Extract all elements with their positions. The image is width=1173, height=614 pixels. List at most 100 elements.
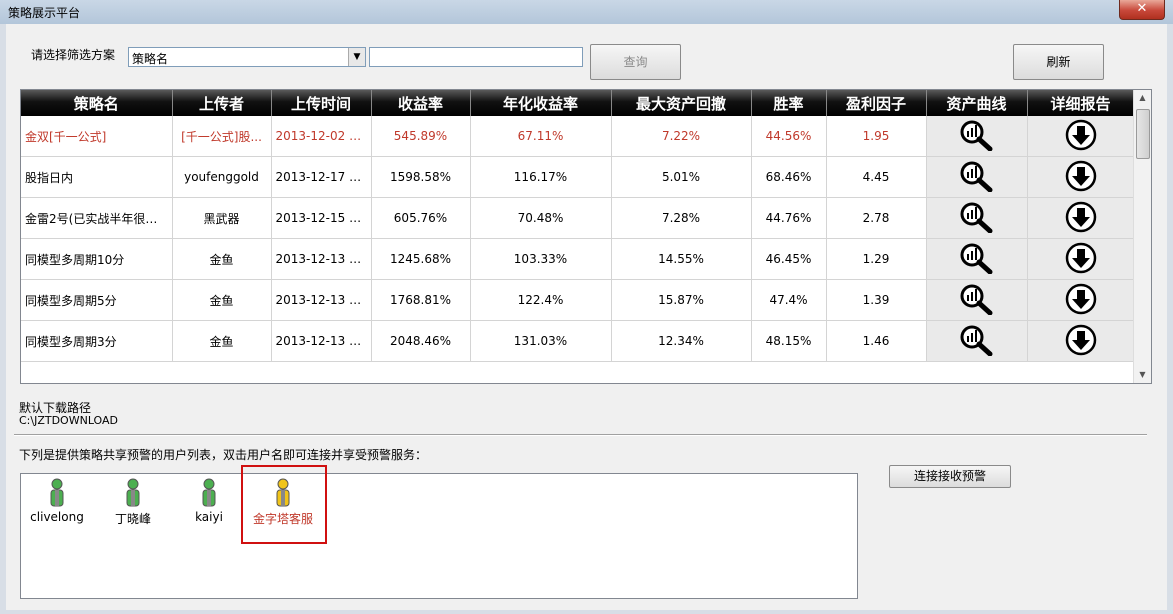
table-cell: 103.33% xyxy=(470,238,612,280)
download-report-icon[interactable] xyxy=(1027,156,1135,198)
table-cell: [千一公式]股... xyxy=(172,116,272,157)
table-cell: 2013-12-02 21:05 xyxy=(271,116,372,157)
table-row[interactable]: 同模型多周期10分金鱼2013-12-13 19:311245.68%103.3… xyxy=(21,238,1135,280)
table-header-row: 策略名 上传者 上传时间 收益率 年化收益率 最大资产回撤 胜率 盈利因子 资产曲线 详细报告 xyxy=(21,90,1135,116)
table-cell: 131.03% xyxy=(470,320,612,362)
table-cell: 12.34% xyxy=(611,320,752,362)
table-row[interactable]: 同模型多周期3分金鱼2013-12-13 19:252048.46%131.03… xyxy=(21,320,1135,362)
asset-curve-icon[interactable] xyxy=(926,238,1028,280)
query-button[interactable]: 查询 xyxy=(590,44,681,80)
table-cell: 1598.58% xyxy=(371,156,471,198)
table-cell: 股指日内 xyxy=(21,156,173,198)
column-header[interactable]: 收益率 xyxy=(371,90,471,116)
close-button[interactable]: ✕ xyxy=(1119,0,1165,20)
user-icon xyxy=(202,478,216,507)
user-icon xyxy=(50,478,64,507)
search-input[interactable] xyxy=(369,47,583,67)
table-cell: 金鱼 xyxy=(172,238,272,280)
user-item[interactable]: 丁晓峰 xyxy=(97,478,169,527)
filter-select-value: 策略名 xyxy=(132,52,169,66)
table-row[interactable]: 金雷2号(已实战半年很稳...黑武器2013-12-15 20:57605.76… xyxy=(21,197,1135,239)
column-header[interactable]: 策略名 xyxy=(21,90,173,116)
table-row[interactable]: 金双[千一公式][千一公式]股...2013-12-02 21:05545.89… xyxy=(21,116,1135,157)
table-cell: 2013-12-15 20:57 xyxy=(271,197,372,239)
connect-alert-button[interactable]: 连接接收预警 xyxy=(889,465,1011,488)
asset-curve-icon[interactable] xyxy=(926,279,1028,321)
column-header[interactable]: 资产曲线 xyxy=(926,90,1028,116)
user-item[interactable]: clivelong xyxy=(21,478,93,524)
asset-curve-icon[interactable] xyxy=(926,156,1028,198)
table-cell: 金雷2号(已实战半年很稳... xyxy=(21,197,173,239)
table-cell: 605.76% xyxy=(371,197,471,239)
table-cell: 2013-12-13 19:28 xyxy=(271,279,372,321)
divider xyxy=(14,434,1147,436)
title-bar[interactable]: 策略展示平台 ✕ xyxy=(0,0,1173,24)
table-cell: 44.56% xyxy=(751,116,827,157)
table-cell: 同模型多周期3分 xyxy=(21,320,173,362)
asset-curve-icon[interactable] xyxy=(926,197,1028,239)
column-header[interactable]: 最大资产回撤 xyxy=(611,90,752,116)
strategy-table: 策略名 上传者 上传时间 收益率 年化收益率 最大资产回撤 胜率 盈利因子 资产曲线 详细报告 金… xyxy=(20,89,1152,384)
table-cell: 545.89% xyxy=(371,116,471,157)
table-cell: 1.95 xyxy=(826,116,927,157)
table-row[interactable]: 股指日内youfenggold2013-12-17 21:201598.58%1… xyxy=(21,156,1135,198)
filter-scheme-select[interactable]: 策略名 ▼ xyxy=(128,47,366,67)
download-report-icon[interactable] xyxy=(1027,238,1135,280)
download-path-value: C:\JZTDOWNLOAD xyxy=(19,414,119,427)
column-header[interactable]: 盈利因子 xyxy=(826,90,927,116)
column-header[interactable]: 上传时间 xyxy=(271,90,372,116)
table-cell: 48.15% xyxy=(751,320,827,362)
column-header[interactable]: 年化收益率 xyxy=(470,90,612,116)
table-cell: 2.78 xyxy=(826,197,927,239)
table-cell: 14.55% xyxy=(611,238,752,280)
user-item[interactable]: kaiyi xyxy=(173,478,245,524)
asset-curve-icon[interactable] xyxy=(926,116,1028,157)
table-row[interactable]: 同模型多周期5分金鱼2013-12-13 19:281768.81%122.4%… xyxy=(21,279,1135,321)
main-window: 策略展示平台 ✕ 请选择筛选方案 策略名 ▼ 查询 刷新 策略名 上传者 上传时间收… xyxy=(0,0,1173,614)
column-header[interactable]: 胜率 xyxy=(751,90,827,116)
table-cell: 金鱼 xyxy=(172,320,272,362)
scroll-thumb[interactable] xyxy=(1136,109,1150,159)
scroll-up-icon[interactable]: ▲ xyxy=(1134,90,1151,106)
column-header[interactable]: 上传者 xyxy=(172,90,272,116)
download-report-icon[interactable] xyxy=(1027,279,1135,321)
table-cell: 金双[千一公式] xyxy=(21,116,173,157)
user-name: clivelong xyxy=(30,510,84,524)
refresh-button[interactable]: 刷新 xyxy=(1013,44,1104,80)
table-cell: 同模型多周期5分 xyxy=(21,279,173,321)
table-cell: 7.22% xyxy=(611,116,752,157)
table-cell: 同模型多周期10分 xyxy=(21,238,173,280)
filter-label: 请选择筛选方案 xyxy=(31,48,116,62)
table-cell: youfenggold xyxy=(172,156,272,198)
column-header[interactable]: 详细报告 xyxy=(1027,90,1135,116)
chevron-down-icon[interactable]: ▼ xyxy=(348,48,365,66)
table-cell: 2013-12-13 19:25 xyxy=(271,320,372,362)
table-cell: 68.46% xyxy=(751,156,827,198)
download-report-icon[interactable] xyxy=(1027,320,1135,362)
table-cell: 金鱼 xyxy=(172,279,272,321)
table-cell: 116.17% xyxy=(470,156,612,198)
table-cell: 7.28% xyxy=(611,197,752,239)
download-report-icon[interactable] xyxy=(1027,116,1135,157)
asset-curve-icon[interactable] xyxy=(926,320,1028,362)
table-cell: 1768.81% xyxy=(371,279,471,321)
table-cell: 2048.46% xyxy=(371,320,471,362)
table-cell: 47.4% xyxy=(751,279,827,321)
table-cell: 44.76% xyxy=(751,197,827,239)
window-title: 策略展示平台 xyxy=(8,6,81,20)
table-cell: 1.46 xyxy=(826,320,927,362)
user-name: kaiyi xyxy=(195,510,223,524)
table-cell: 122.4% xyxy=(470,279,612,321)
table-cell: 15.87% xyxy=(611,279,752,321)
download-report-icon[interactable] xyxy=(1027,197,1135,239)
table-cell: 1245.68% xyxy=(371,238,471,280)
table-scrollbar[interactable]: ▲ ▼ xyxy=(1133,90,1151,383)
user-list: clivelong 丁晓峰 kaiyi 金字塔客服 xyxy=(20,473,858,599)
table-cell: 4.45 xyxy=(826,156,927,198)
scroll-down-icon[interactable]: ▼ xyxy=(1134,367,1151,383)
table-cell: 70.48% xyxy=(470,197,612,239)
selection-highlight xyxy=(241,465,327,544)
table-cell: 46.45% xyxy=(751,238,827,280)
share-description: 下列是提供策略共享预警的用户列表，双击用户名即可连接并享受预警服务： xyxy=(19,448,428,462)
table-cell: 67.11% xyxy=(470,116,612,157)
